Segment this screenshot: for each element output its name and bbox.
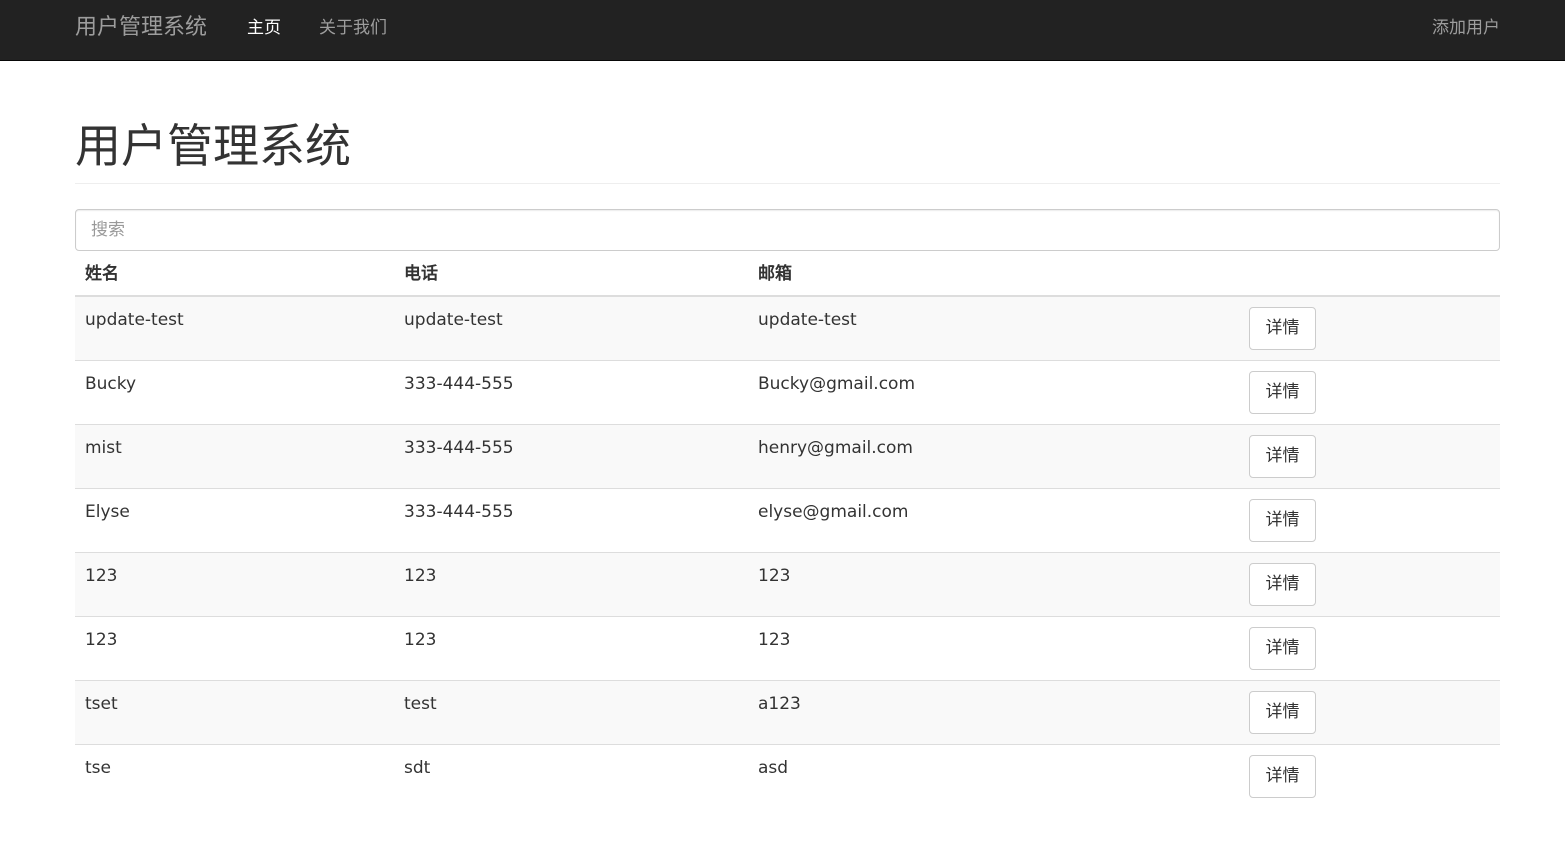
cell-name: 123: [85, 566, 118, 586]
top-navbar: 用户管理系统 主页 关于我们 添加用户: [0, 0, 1565, 61]
table-row: Bucky 333-444-555 Bucky@gmail.com 详情: [75, 361, 1500, 425]
detail-button[interactable]: 详情: [1249, 371, 1316, 414]
nav-add-user[interactable]: 添加用户: [1432, 17, 1500, 39]
page-title: 用户管理系统: [75, 119, 351, 173]
brand-link[interactable]: 用户管理系统: [75, 14, 207, 42]
cell-phone: 333-444-555: [404, 438, 514, 458]
nav-about-us[interactable]: 关于我们: [319, 17, 387, 39]
cell-phone: test: [404, 694, 437, 714]
cell-email: update-test: [758, 310, 857, 330]
table-row: tse sdt asd 详情: [75, 745, 1500, 809]
cell-email: asd: [758, 758, 789, 778]
table-row: Elyse 333-444-555 elyse@gmail.com 详情: [75, 489, 1500, 553]
cell-name: tse: [85, 758, 111, 778]
cell-email: elyse@gmail.com: [758, 502, 909, 522]
detail-button[interactable]: 详情: [1249, 563, 1316, 606]
table-row: 123 123 123 详情: [75, 553, 1500, 617]
detail-button[interactable]: 详情: [1249, 499, 1316, 542]
cell-name: tset: [85, 694, 118, 714]
cell-email: henry@gmail.com: [758, 438, 913, 458]
cell-phone: 333-444-555: [404, 374, 514, 394]
search-input[interactable]: [75, 209, 1500, 251]
cell-name: mist: [85, 438, 122, 458]
cell-phone: sdt: [404, 758, 431, 778]
detail-button[interactable]: 详情: [1249, 435, 1316, 478]
cell-phone: 123: [404, 630, 437, 650]
detail-button[interactable]: 详情: [1249, 307, 1316, 350]
table-body: update-test update-test update-test 详情 Bucky…: [75, 297, 1500, 809]
cell-name: 123: [85, 630, 118, 650]
cell-phone: update-test: [404, 310, 503, 330]
detail-button[interactable]: 详情: [1249, 755, 1316, 798]
cell-phone: 123: [404, 566, 437, 586]
header-name: 姓名: [85, 264, 119, 284]
table-row: tset test a123 详情: [75, 681, 1500, 745]
cell-email: 123: [758, 566, 791, 586]
title-divider: [75, 183, 1500, 184]
table-header: 姓名 电话 邮箱: [75, 251, 1500, 297]
header-phone: 电话: [404, 264, 438, 284]
detail-button[interactable]: 详情: [1249, 627, 1316, 670]
header-email: 邮箱: [758, 264, 792, 284]
cell-phone: 333-444-555: [404, 502, 514, 522]
table-row: 123 123 123 详情: [75, 617, 1500, 681]
nav-home[interactable]: 主页: [247, 17, 281, 39]
cell-name: Elyse: [85, 502, 130, 522]
table-row: mist 333-444-555 henry@gmail.com 详情: [75, 425, 1500, 489]
cell-name: Bucky: [85, 374, 137, 394]
cell-email: 123: [758, 630, 791, 650]
detail-button[interactable]: 详情: [1249, 691, 1316, 734]
cell-name: update-test: [85, 310, 184, 330]
users-table: 姓名 电话 邮箱 update-test update-test update-te…: [75, 251, 1500, 809]
table-row: update-test update-test update-test 详情: [75, 297, 1500, 361]
cell-email: Bucky@gmail.com: [758, 374, 916, 394]
cell-email: a123: [758, 694, 801, 714]
